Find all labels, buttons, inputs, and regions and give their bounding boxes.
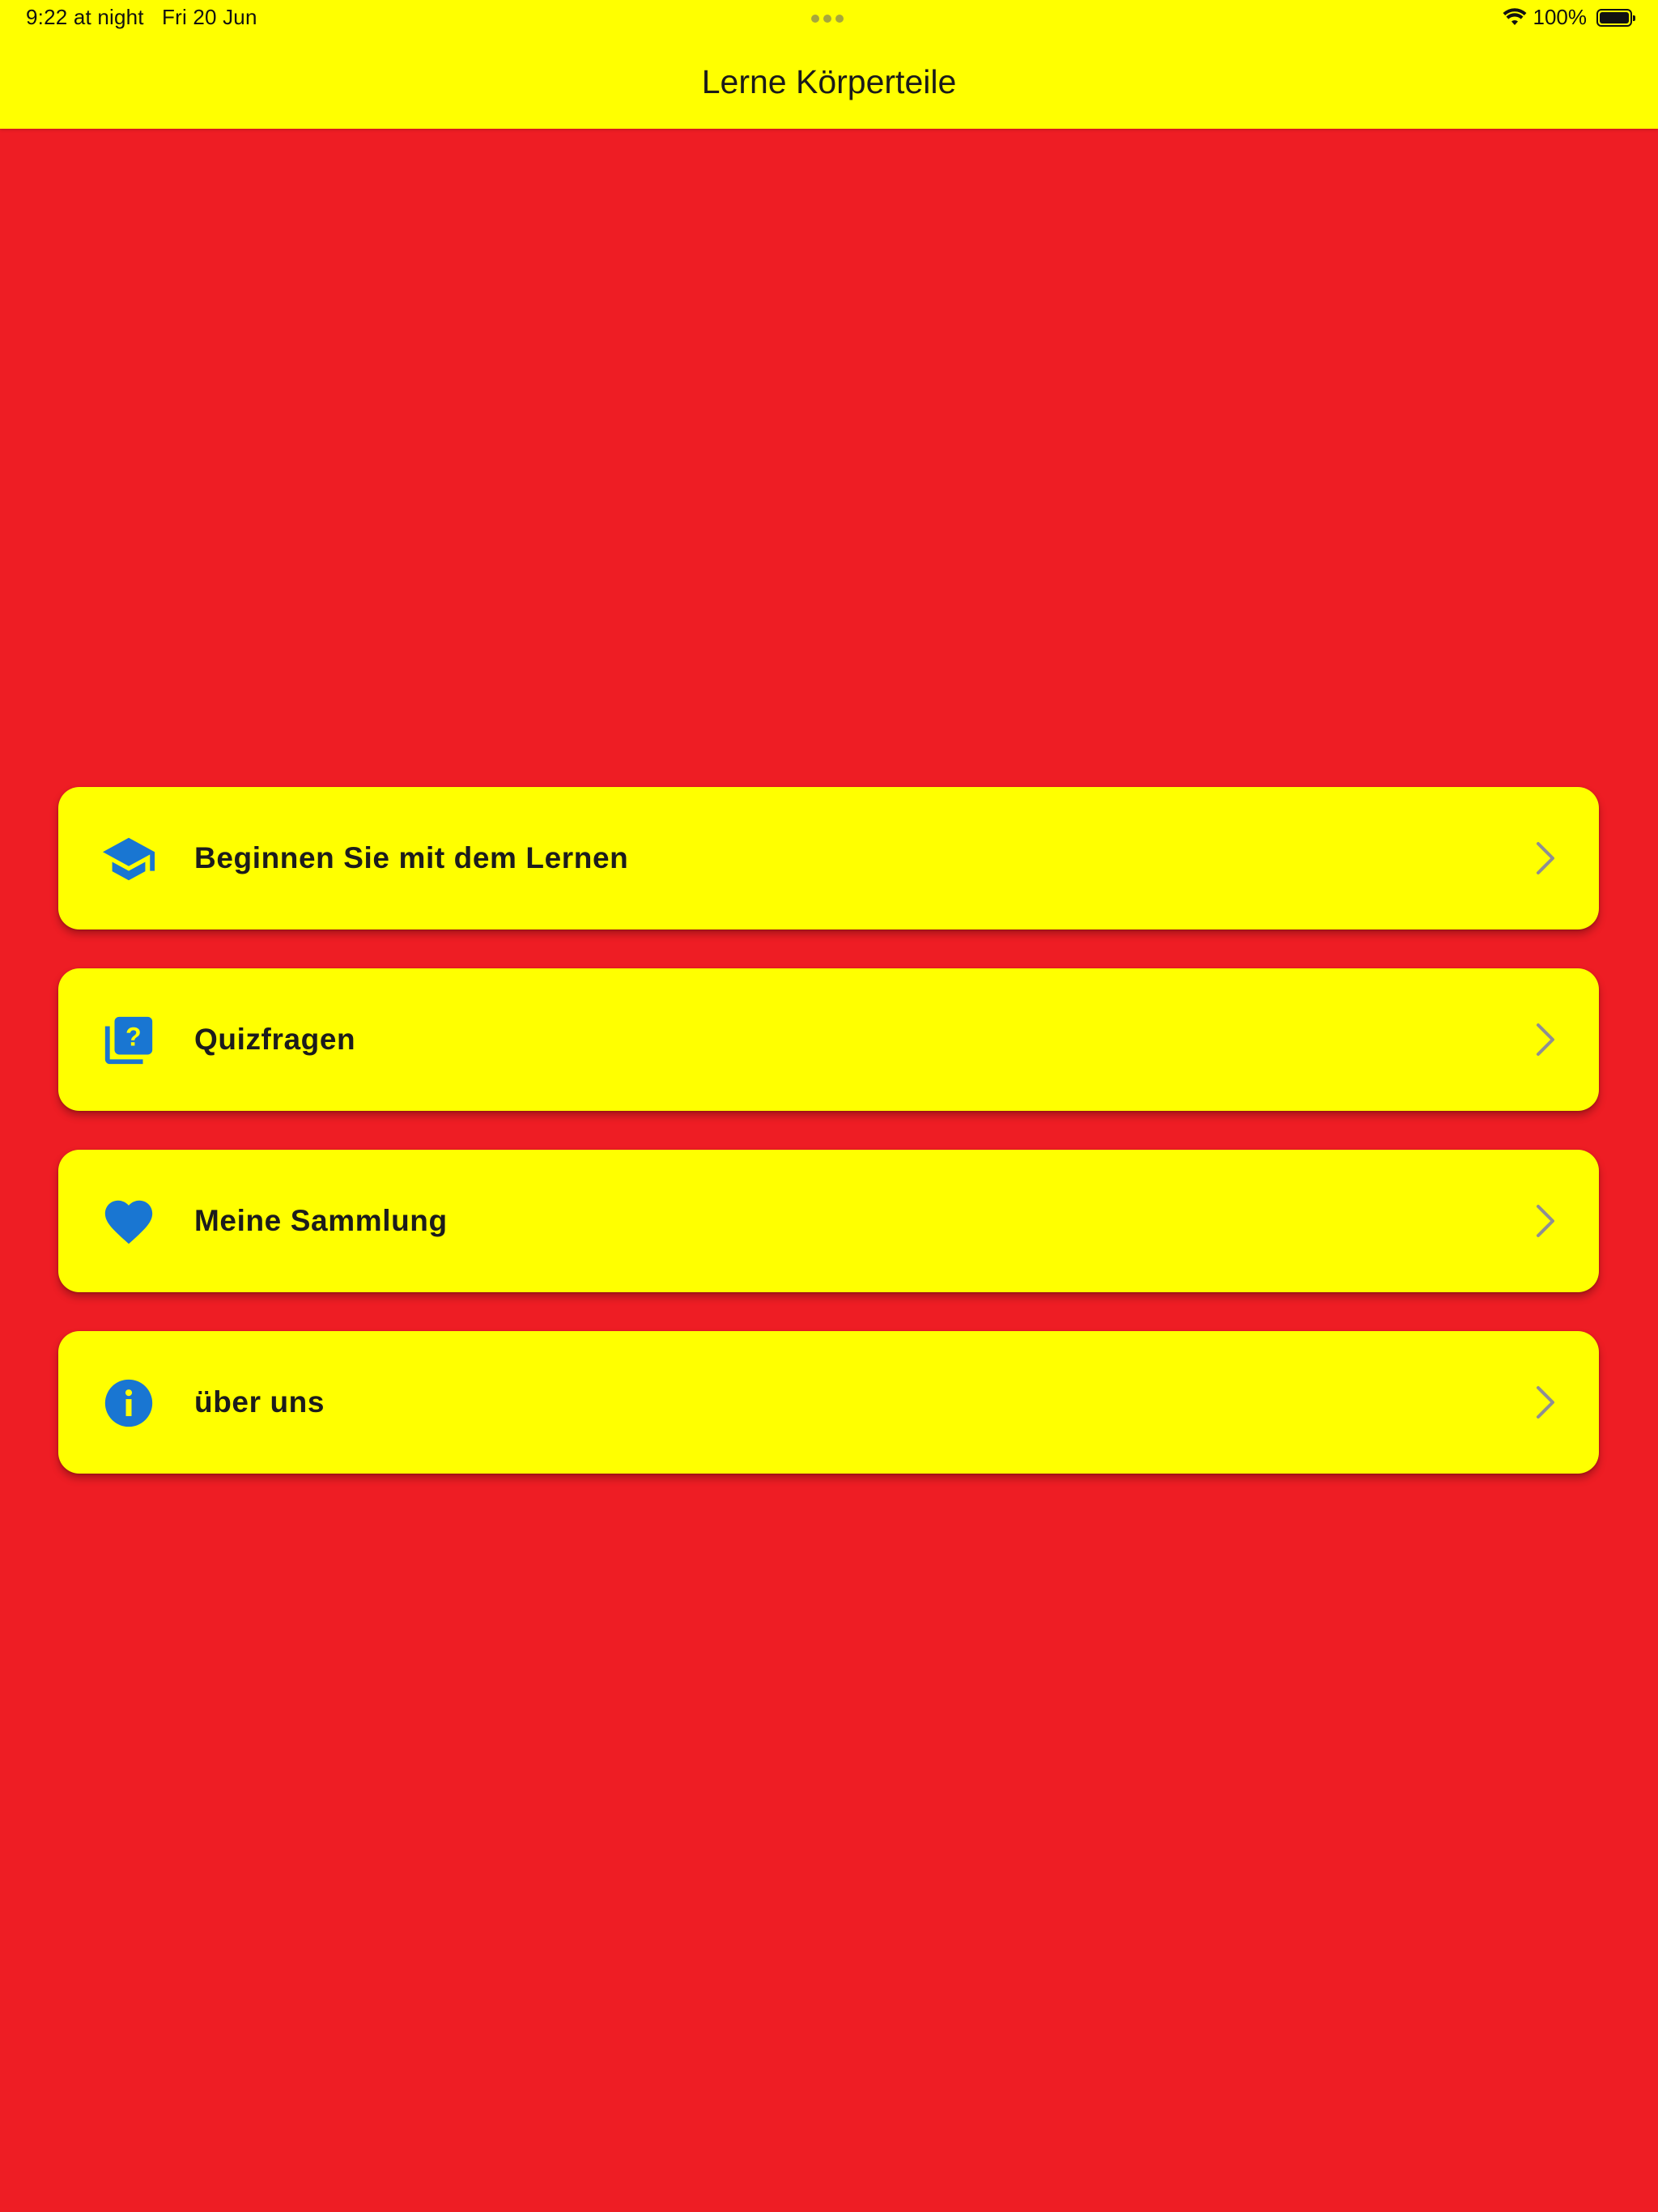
menu-item-label: über uns	[194, 1385, 325, 1419]
status-bar-time: 9:22 at night Fri 20 Jun	[26, 5, 257, 30]
chevron-right-icon	[1537, 1023, 1554, 1056]
menu-item-label: Quizfragen	[194, 1023, 356, 1056]
info-icon	[104, 1379, 153, 1427]
chevron-right-icon	[1537, 1386, 1554, 1419]
menu-item-quiz[interactable]: ? Quizfragen	[58, 968, 1599, 1111]
dot	[811, 15, 819, 23]
chevron-right-icon	[1537, 842, 1554, 874]
dot	[823, 15, 831, 23]
main-menu: Beginnen Sie mit dem Lernen ? Quizfragen…	[58, 787, 1599, 1512]
app-header: 9:22 at night Fri 20 Jun 100% Lerne Körp…	[0, 0, 1658, 129]
menu-item-label: Beginnen Sie mit dem Lernen	[194, 841, 629, 874]
svg-text:?: ?	[125, 1022, 142, 1051]
menu-item-my-collection[interactable]: Meine Sammlung	[58, 1150, 1599, 1292]
chevron-right-icon	[1537, 1205, 1554, 1237]
wifi-icon	[1503, 7, 1526, 25]
graduation-cap-icon	[102, 837, 155, 881]
quiz-icon: ?	[104, 1016, 153, 1065]
status-date: Fri 20 Jun	[162, 5, 257, 29]
menu-item-label: Meine Sammlung	[194, 1204, 448, 1237]
status-time: 9:22 at night	[26, 5, 144, 29]
menu-item-start-learning[interactable]: Beginnen Sie mit dem Lernen	[58, 787, 1599, 929]
battery-percentage: 100%	[1533, 5, 1588, 29]
dot	[835, 15, 844, 23]
heart-icon	[104, 1200, 153, 1244]
status-bar-right: 100%	[1503, 5, 1635, 30]
multitasking-dots[interactable]	[811, 15, 844, 23]
menu-item-about-us[interactable]: über uns	[58, 1331, 1599, 1474]
battery-icon	[1596, 8, 1635, 27]
page-title: Lerne Körperteile	[701, 63, 957, 100]
